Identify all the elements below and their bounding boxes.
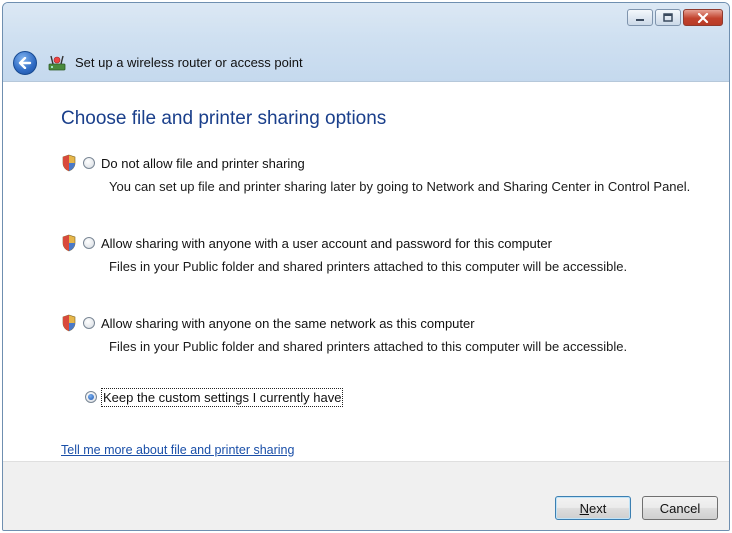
wizard-content: Choose file and printer sharing options … xyxy=(3,82,729,464)
help-link[interactable]: Tell me more about file and printer shar… xyxy=(61,443,294,457)
close-icon xyxy=(697,12,709,23)
minimize-button[interactable] xyxy=(627,9,653,26)
maximize-button[interactable] xyxy=(655,9,681,26)
option-description: You can set up file and printer sharing … xyxy=(109,179,691,194)
option-label[interactable]: Keep the custom settings I currently hav… xyxy=(100,387,344,407)
option-label[interactable]: Allow sharing with anyone with a user ac… xyxy=(101,236,552,251)
option-label[interactable]: Allow sharing with anyone on the same ne… xyxy=(101,316,475,331)
option-description: Files in your Public folder and shared p… xyxy=(109,339,628,354)
radio-keep-custom[interactable] xyxy=(85,391,97,403)
next-button[interactable]: Next xyxy=(555,496,631,520)
radio-network-sharing[interactable] xyxy=(83,317,95,329)
option-no-sharing: Do not allow file and printer sharing Yo… xyxy=(61,154,709,195)
uac-shield-icon xyxy=(62,314,76,332)
close-button[interactable] xyxy=(683,9,723,26)
option-keep-custom: Keep the custom settings I currently hav… xyxy=(85,387,344,407)
minimize-icon xyxy=(636,18,644,21)
uac-shield-icon xyxy=(62,154,76,172)
radio-password-sharing[interactable] xyxy=(83,237,95,249)
wizard-title: Set up a wireless router or access point xyxy=(75,55,303,70)
maximize-icon xyxy=(663,13,673,22)
radio-no-sharing[interactable] xyxy=(83,157,95,169)
wizard-footer: Next Cancel xyxy=(3,461,729,530)
next-accelerator: N xyxy=(579,500,590,516)
uac-shield-icon xyxy=(62,234,76,252)
wizard-window: Set up a wireless router or access point… xyxy=(2,2,730,531)
back-button[interactable] xyxy=(13,51,37,75)
cancel-button[interactable]: Cancel xyxy=(642,496,718,520)
next-label: ext xyxy=(589,500,607,516)
option-password-sharing: Allow sharing with anyone with a user ac… xyxy=(61,234,709,275)
option-label[interactable]: Do not allow file and printer sharing xyxy=(101,156,305,171)
option-network-sharing: Allow sharing with anyone on the same ne… xyxy=(61,314,709,355)
window-controls xyxy=(627,9,723,26)
back-arrow-icon xyxy=(18,57,32,69)
option-description: Files in your Public folder and shared p… xyxy=(109,259,628,274)
wireless-router-icon xyxy=(48,55,66,71)
title-bar: Set up a wireless router or access point xyxy=(3,3,729,82)
page-heading: Choose file and printer sharing options xyxy=(61,108,387,129)
